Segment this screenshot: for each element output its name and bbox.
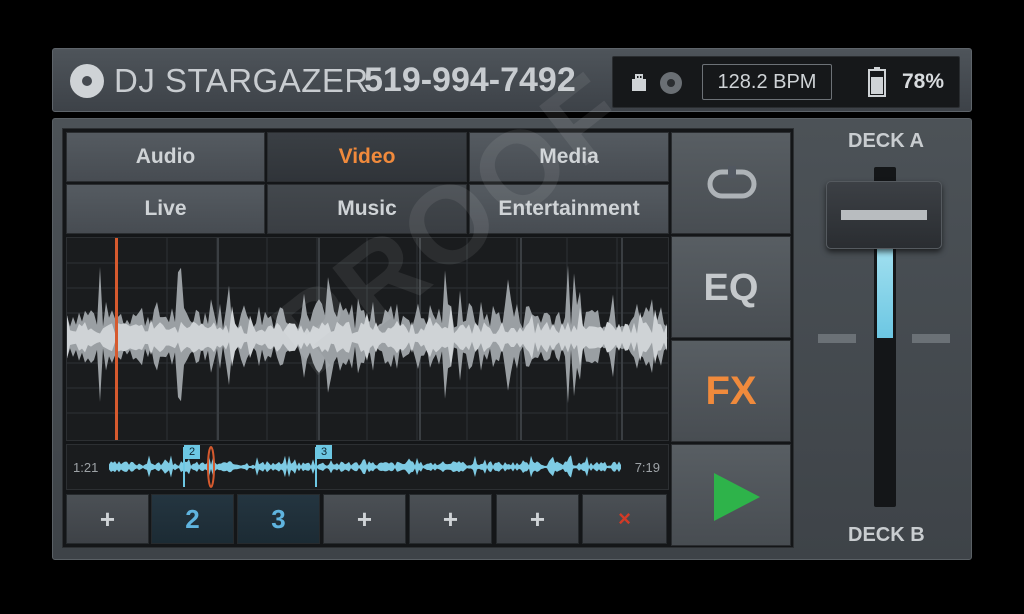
tab-live[interactable]: Live (66, 184, 265, 234)
app-title: DJ STARGAZER (114, 62, 369, 99)
add-cue-button[interactable]: + (496, 494, 579, 544)
add-cue-button[interactable]: + (323, 494, 406, 544)
cue-button-3[interactable]: 3 (237, 494, 320, 544)
loop-button[interactable] (671, 132, 791, 234)
fx-button[interactable]: FX (671, 340, 791, 442)
usb-icon (632, 74, 646, 91)
battery-icon (868, 67, 886, 97)
tab-media[interactable]: Media (469, 132, 669, 182)
tab-video[interactable]: Video (267, 132, 467, 182)
vinyl-icon (660, 72, 682, 94)
center-tick (818, 334, 856, 343)
fader-handle[interactable] (826, 181, 942, 249)
eq-label: EQ (703, 267, 759, 309)
waveform-graphic (67, 238, 668, 440)
fader-level (877, 235, 893, 338)
delete-cue-button[interactable]: × (582, 494, 667, 544)
deck-b-label: DECK B (848, 524, 925, 546)
time-total: 7:19 (634, 460, 660, 475)
cue-marker: 3 (316, 445, 332, 459)
phone-number: 519-994-7492 (364, 61, 576, 99)
tab-entertainment[interactable]: Entertainment (469, 184, 669, 234)
tab-audio[interactable]: Audio (66, 132, 265, 182)
cue-button-2[interactable]: 2 (151, 494, 234, 544)
play-button[interactable] (671, 444, 791, 546)
waveform-display[interactable] (66, 237, 669, 441)
track-overview[interactable]: 1:21 7:19 2 3 (66, 444, 669, 490)
overview-waveform-graphic (109, 446, 621, 488)
loop-icon (707, 166, 757, 199)
bpm-display: 128.2 BPM (702, 64, 832, 100)
fx-label: FX (705, 369, 757, 413)
center-tick (912, 334, 950, 343)
tab-music[interactable]: Music (267, 184, 467, 234)
time-elapsed: 1:21 (73, 460, 99, 475)
cue-marker: 2 (184, 445, 200, 459)
battery-level: 78% (902, 70, 945, 93)
disc-logo-icon (70, 64, 104, 98)
eq-button[interactable]: EQ (671, 236, 791, 338)
add-cue-button[interactable]: + (409, 494, 492, 544)
add-cue-button[interactable]: + (66, 494, 149, 544)
play-icon (714, 473, 760, 521)
deck-a-label: DECK A (848, 130, 924, 152)
